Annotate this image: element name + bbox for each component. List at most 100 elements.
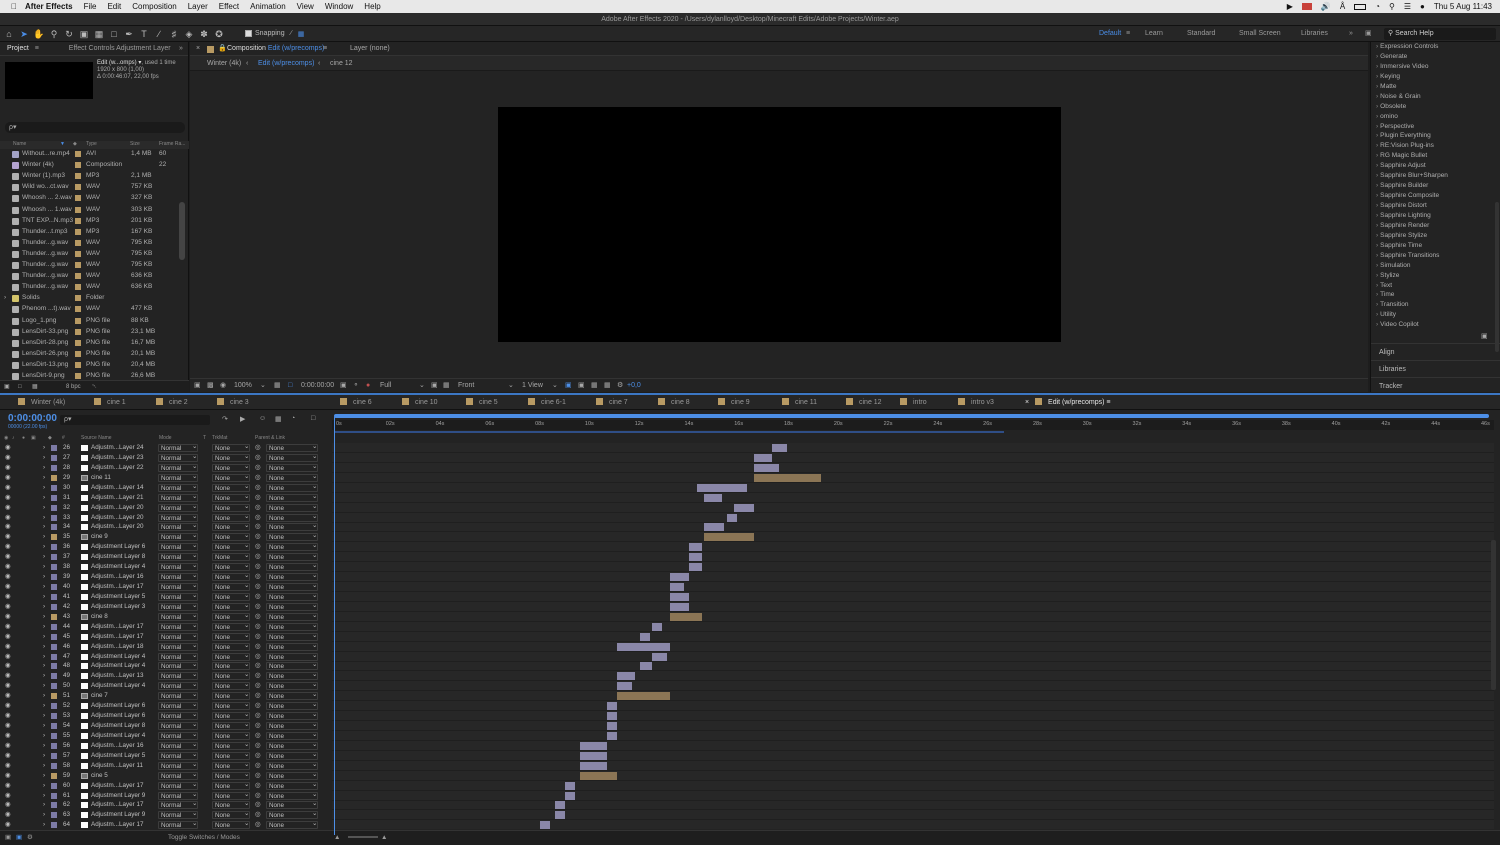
workspace-overflow-icon[interactable]: » bbox=[1349, 26, 1353, 42]
trkmat-select[interactable]: None ⌄ bbox=[212, 741, 250, 750]
pan-behind-tool-icon[interactable]: ▦ bbox=[93, 28, 105, 40]
workspace-standard[interactable]: Standard bbox=[1187, 26, 1215, 42]
layer-label-swatch[interactable] bbox=[51, 693, 57, 700]
trkmat-select[interactable]: None ⌄ bbox=[212, 771, 250, 780]
puppet-tool-icon[interactable]: ✪ bbox=[213, 28, 225, 40]
parent-select[interactable]: None ⌄ bbox=[266, 681, 318, 691]
layer-duration-bar[interactable] bbox=[771, 444, 787, 452]
layer-duration-bar[interactable] bbox=[579, 741, 608, 750]
pick-whip-icon[interactable]: ◎ bbox=[255, 613, 261, 620]
menu-window[interactable]: Window bbox=[325, 2, 353, 11]
mode-select[interactable]: Normal ⌄ bbox=[158, 642, 198, 651]
visibility-eye-icon[interactable]: ◉ bbox=[5, 583, 11, 590]
twirl-chevron-icon[interactable]: › bbox=[43, 573, 45, 580]
menu-edit[interactable]: Edit bbox=[107, 2, 121, 11]
layer-label-swatch[interactable] bbox=[51, 544, 57, 551]
layer-label-swatch[interactable] bbox=[51, 623, 57, 630]
layer-duration-bar[interactable] bbox=[689, 553, 702, 562]
mode-select[interactable]: Normal ⌄ bbox=[158, 652, 198, 661]
effect-category[interactable]: › Plugin Everything bbox=[1371, 131, 1500, 141]
pick-whip-icon[interactable]: ◎ bbox=[255, 752, 261, 759]
wifi-icon[interactable]: ◔ bbox=[1375, 2, 1380, 11]
vr-icon[interactable]: ▩ bbox=[207, 379, 214, 393]
mode-select[interactable]: Normal ⌄ bbox=[158, 622, 198, 631]
effect-category[interactable]: › Matte bbox=[1371, 82, 1500, 92]
project-item[interactable]: Winter (4k) Composition 22 bbox=[0, 160, 180, 171]
twirl-chevron-icon[interactable]: › bbox=[43, 672, 45, 679]
menu-file[interactable]: File bbox=[84, 2, 97, 11]
volume-icon[interactable]: 🔊 bbox=[1321, 2, 1331, 11]
pick-whip-icon[interactable]: ◎ bbox=[255, 672, 261, 679]
pick-whip-icon[interactable]: ◎ bbox=[255, 444, 261, 451]
visibility-eye-icon[interactable]: ◉ bbox=[5, 484, 11, 491]
layer-duration-bar[interactable] bbox=[607, 722, 618, 731]
rectangle-tool-icon[interactable]: □ bbox=[108, 28, 120, 40]
pick-whip-icon[interactable]: ◎ bbox=[255, 563, 261, 570]
visibility-eye-icon[interactable]: ◉ bbox=[5, 454, 11, 461]
parent-select[interactable]: None ⌄ bbox=[266, 711, 318, 721]
col-source-name[interactable]: Source Name bbox=[81, 435, 112, 441]
mode-select[interactable]: Normal ⌄ bbox=[158, 771, 198, 780]
parent-select[interactable]: None ⌄ bbox=[266, 721, 318, 731]
trkmat-select[interactable]: None ⌄ bbox=[212, 791, 250, 800]
workspace-default[interactable]: Default bbox=[1099, 26, 1121, 42]
mode-select[interactable]: Normal ⌄ bbox=[158, 602, 198, 611]
twirl-chevron-icon[interactable]: › bbox=[43, 484, 45, 491]
mode-select[interactable]: Normal ⌄ bbox=[158, 741, 198, 750]
layer-row[interactable]: ◉ › 44 Adjustm...Layer 17 Normal ⌄ None ⌄ ◎ None ⌄ bbox=[0, 622, 330, 632]
layer-label-swatch[interactable] bbox=[51, 584, 57, 591]
mode-select[interactable]: Normal ⌄ bbox=[158, 751, 198, 760]
sort-icon[interactable]: ▼ bbox=[60, 141, 65, 147]
parent-select[interactable]: None ⌄ bbox=[266, 582, 318, 592]
parent-select[interactable]: None ⌄ bbox=[266, 473, 318, 482]
view-layout-select[interactable]: 1 View bbox=[522, 379, 543, 393]
draft-3d-icon[interactable]: ▶ bbox=[240, 415, 245, 423]
trkmat-select[interactable]: None ⌄ bbox=[212, 800, 250, 810]
trkmat-select[interactable]: None ⌄ bbox=[212, 453, 250, 462]
layer-row[interactable]: ◉ › 47 Adjustment Layer 4 Normal ⌄ None ⌄ ◎ None ⌄ bbox=[0, 652, 330, 662]
timeline-tab[interactable]: cine 1 bbox=[94, 395, 126, 410]
comp-mini-flowchart-icon[interactable]: ↷ bbox=[222, 415, 228, 423]
project-scrollbar[interactable] bbox=[179, 202, 185, 260]
exposure-icon[interactable]: ⚙ bbox=[617, 379, 623, 393]
interpret-footage-icon[interactable]: ▣ bbox=[4, 381, 10, 393]
mode-select[interactable]: Normal ⌄ bbox=[158, 473, 198, 482]
mode-select[interactable]: Normal ⌄ bbox=[158, 731, 198, 740]
twirl-chevron-icon[interactable]: › bbox=[43, 772, 45, 779]
timeline-tab[interactable]: × Edit (w/precomps) ≡ bbox=[1025, 395, 1110, 410]
solo-col-icon[interactable]: ● bbox=[22, 435, 25, 441]
motion-blur-icon[interactable]: ◔ bbox=[291, 415, 295, 422]
visibility-eye-icon[interactable]: ◉ bbox=[5, 563, 11, 570]
effect-category[interactable]: › Transition bbox=[1371, 300, 1500, 310]
col-size[interactable]: Size bbox=[130, 141, 140, 147]
pick-whip-icon[interactable]: ◎ bbox=[255, 772, 261, 779]
sync-settings-icon[interactable]: ▣ bbox=[1365, 26, 1372, 42]
mode-select[interactable]: Normal ⌄ bbox=[158, 810, 198, 820]
visibility-eye-icon[interactable]: ◉ bbox=[5, 504, 11, 511]
menu-composition[interactable]: Composition bbox=[132, 2, 176, 11]
parent-select[interactable]: None ⌄ bbox=[266, 562, 318, 572]
panel-tracker[interactable]: Tracker bbox=[1371, 377, 1500, 394]
effect-category[interactable]: › Perspective bbox=[1371, 122, 1500, 132]
new-folder-icon[interactable]: □ bbox=[18, 381, 22, 393]
toggle-switches-modes[interactable]: Toggle Switches / Modes bbox=[168, 831, 240, 844]
effect-category[interactable]: › Keying bbox=[1371, 72, 1500, 82]
layer-row[interactable]: ◉ › 38 Adjustment Layer 4 Normal ⌄ None ⌄ ◎ None ⌄ bbox=[0, 562, 330, 572]
visibility-eye-icon[interactable]: ◉ bbox=[5, 811, 11, 818]
layer-row[interactable]: ◉ › 34 Adjustm...Layer 20 Normal ⌄ None ⌄ ◎ None ⌄ bbox=[0, 522, 330, 532]
layer-label-swatch[interactable] bbox=[51, 484, 57, 491]
trkmat-select[interactable]: None ⌄ bbox=[212, 701, 250, 711]
pick-whip-icon[interactable]: ◎ bbox=[255, 494, 261, 501]
layer-row[interactable]: ◉ › 27 Adjustm...Layer 23 Normal ⌄ None ⌄ ◎ None ⌄ bbox=[0, 453, 330, 463]
twirl-chevron-icon[interactable]: › bbox=[43, 633, 45, 640]
trkmat-select[interactable]: None ⌄ bbox=[212, 483, 250, 492]
layer-row[interactable]: ◉ › 53 Adjustment Layer 6 Normal ⌄ None ⌄ ◎ None ⌄ bbox=[0, 711, 330, 721]
pick-whip-icon[interactable]: ◎ bbox=[255, 742, 261, 749]
layer-duration-bar[interactable] bbox=[607, 702, 618, 711]
shy-icon[interactable]: ☺ bbox=[259, 415, 266, 422]
mode-select[interactable]: Normal ⌄ bbox=[158, 701, 198, 711]
mode-select[interactable]: Normal ⌄ bbox=[158, 513, 198, 522]
layer-row[interactable]: ◉ › 58 Adjustm...Layer 11 Normal ⌄ None ⌄ ◎ None ⌄ bbox=[0, 761, 330, 771]
visibility-eye-icon[interactable]: ◉ bbox=[5, 613, 11, 620]
layer-row[interactable]: ◉ › 28 Adjustm...Layer 22 Normal ⌄ None ⌄ ◎ None ⌄ bbox=[0, 463, 330, 473]
